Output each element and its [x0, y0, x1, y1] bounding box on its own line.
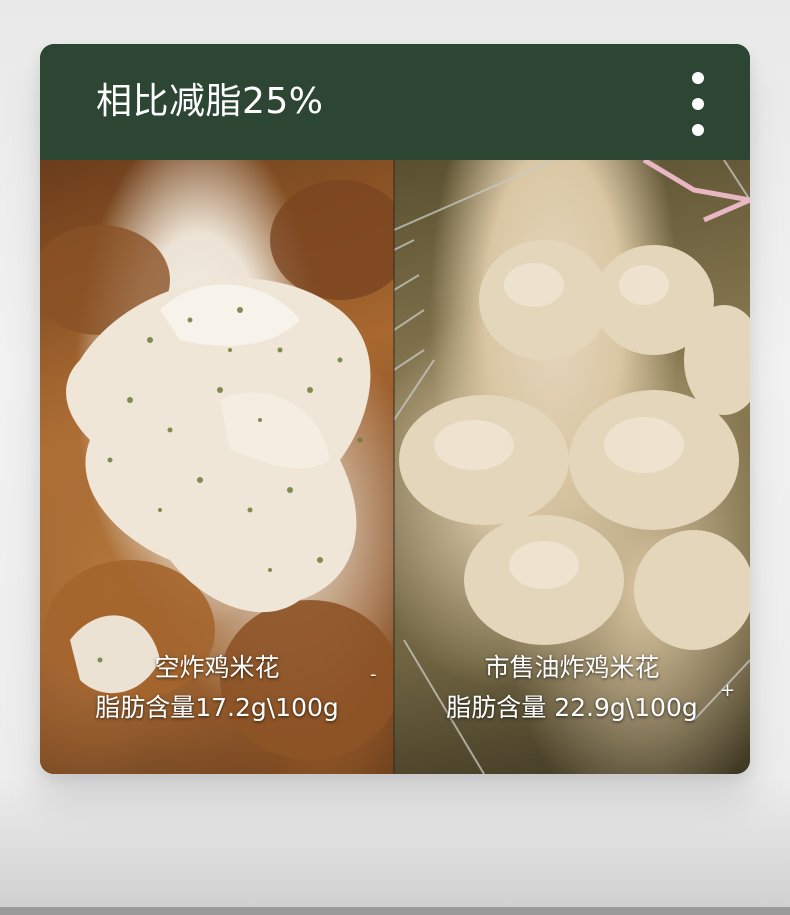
card-title: 相比减脂25% — [96, 81, 324, 122]
more-vertical-icon[interactable] — [688, 72, 708, 136]
store-fried-name: 市售油炸鸡米花 — [484, 653, 660, 682]
store-fried-caption: 市售油炸鸡米花 脂肪含量 22.9g\100g — [394, 648, 750, 728]
card-header: 相比减脂25% — [40, 44, 750, 160]
minus-mark: - — [370, 664, 377, 685]
bottom-strip — [0, 907, 790, 915]
air-fried-fat-content: 脂肪含量17.2g\100g — [95, 693, 339, 722]
air-fried-caption: 空炸鸡米花 脂肪含量17.2g\100g — [40, 648, 394, 728]
plus-mark: + — [720, 680, 736, 701]
store-fried-fat-content: 脂肪含量 22.9g\100g — [446, 693, 698, 722]
menu-dot — [692, 124, 704, 136]
air-fried-name: 空炸鸡米花 — [154, 653, 280, 682]
menu-dot — [692, 98, 704, 110]
menu-dot — [692, 72, 704, 84]
comparison-card: 相比减脂25% 空炸鸡米花 脂肪含量17.2g\100g - 市售油炸鸡米花 脂… — [40, 44, 750, 774]
